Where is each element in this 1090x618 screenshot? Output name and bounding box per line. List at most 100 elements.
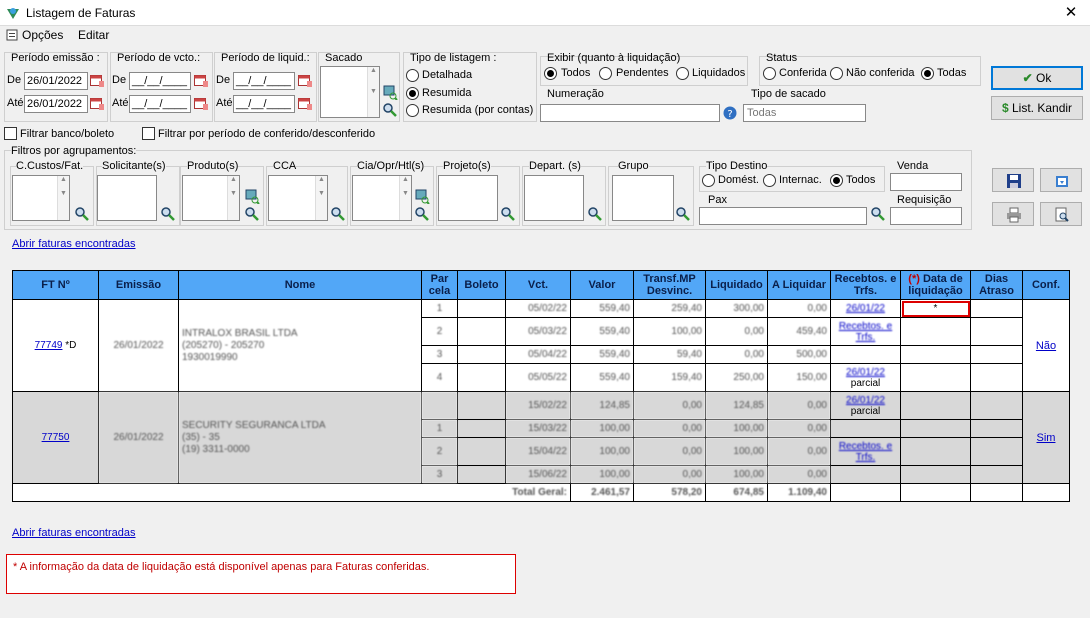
tipo-sacado-input[interactable]: Todas	[743, 104, 866, 122]
list-kandir-button[interactable]: $ List. Kandir	[991, 96, 1083, 120]
vcto-de-input[interactable]: __/__/____	[129, 72, 191, 90]
abrir-faturas-link-bottom[interactable]: Abrir faturas encontradas	[12, 527, 136, 539]
scrollbar[interactable]: ▲ ▼	[227, 176, 239, 220]
search-user-icon[interactable]	[414, 188, 430, 204]
radio-liquidados[interactable]	[676, 67, 689, 80]
numeracao-input[interactable]	[540, 104, 720, 122]
conf-link[interactable]: Não	[1036, 340, 1056, 352]
calendar-icon[interactable]	[90, 97, 104, 110]
radio-todas[interactable]	[921, 67, 934, 80]
magnifier-icon[interactable]	[382, 102, 398, 118]
radio-detalhada[interactable]	[406, 69, 419, 82]
resumida-label: Resumida	[422, 87, 472, 99]
produto-list[interactable]: ▲ ▼	[182, 175, 240, 221]
header-nome[interactable]: Nome	[178, 270, 422, 300]
calendar-icon[interactable]	[298, 97, 312, 110]
liquid-ate-input[interactable]: __/__/____	[233, 95, 295, 113]
save-button[interactable]	[992, 168, 1034, 192]
radio-todos[interactable]	[544, 67, 557, 80]
close-button[interactable]: ✕	[1056, 2, 1086, 24]
cca-list[interactable]: ▲ ▼	[268, 175, 328, 221]
valor-cell: 100,00	[570, 465, 634, 484]
header-conf[interactable]: Conf.	[1022, 270, 1070, 300]
filtrar-banco-checkbox[interactable]	[4, 127, 17, 140]
ft-link[interactable]: 77750	[42, 432, 70, 443]
filtrar-conferido-checkbox[interactable]	[142, 127, 155, 140]
magnifier-icon[interactable]	[587, 206, 603, 222]
header-dias-atraso[interactable]: Dias Atraso	[970, 270, 1023, 300]
liquidado-cell: 100,00	[705, 465, 768, 484]
projeto-list[interactable]	[438, 175, 498, 221]
radio-nao-conferida[interactable]	[830, 67, 843, 80]
header-vct[interactable]: Vct.	[505, 270, 571, 300]
search-user-icon[interactable]	[244, 188, 260, 204]
header-boleto[interactable]: Boleto	[457, 270, 506, 300]
requisicao-input[interactable]	[890, 207, 962, 225]
calendar-icon[interactable]	[194, 74, 208, 87]
grupo-list[interactable]	[612, 175, 674, 221]
recebtos-link[interactable]: 26/01/22	[834, 303, 897, 314]
recebtos-link[interactable]: Recebtos. e Trfs.	[834, 441, 897, 463]
calendar-icon[interactable]	[298, 74, 312, 87]
conf-link[interactable]: Sim	[1037, 432, 1056, 444]
export-button[interactable]	[1040, 168, 1082, 192]
menu-opcoes[interactable]: Opções	[22, 28, 63, 42]
depart-list[interactable]	[524, 175, 584, 221]
ok-button[interactable]: ✔ Ok	[991, 66, 1083, 90]
preview-button[interactable]	[1040, 202, 1082, 226]
header-ft[interactable]: FT Nº	[12, 270, 99, 300]
radio-resumida-contas[interactable]	[406, 104, 419, 117]
magnifier-icon[interactable]	[244, 206, 260, 222]
recebtos-link[interactable]: 26/01/22	[834, 395, 897, 406]
abrir-faturas-link-top[interactable]: Abrir faturas encontradas	[12, 238, 136, 250]
magnifier-icon[interactable]	[330, 206, 346, 222]
magnifier-icon[interactable]	[500, 206, 516, 222]
cia-list[interactable]: ▲ ▼	[352, 175, 412, 221]
magnifier-icon[interactable]	[414, 206, 430, 222]
radio-resumida[interactable]	[406, 87, 419, 100]
header-liquidado[interactable]: Liquidado	[705, 270, 768, 300]
periodo-liquid-label: Período de liquid.:	[221, 52, 310, 64]
scrollbar[interactable]: ▲ ▼	[57, 176, 69, 220]
menu-editar[interactable]: Editar	[78, 28, 109, 42]
liquid-de-input[interactable]: __/__/____	[233, 72, 295, 90]
calendar-icon[interactable]	[90, 74, 104, 87]
help-icon[interactable]: ?	[723, 106, 737, 120]
ccustos-list[interactable]: ▲ ▼	[12, 175, 70, 221]
scrollbar[interactable]: ▲ ▼	[315, 176, 327, 220]
scrollbar[interactable]: ▲ ▼	[399, 176, 411, 220]
search-user-icon[interactable]	[382, 84, 398, 100]
print-button[interactable]	[992, 202, 1034, 226]
magnifier-icon[interactable]	[74, 206, 90, 222]
emissao-ate-input[interactable]: 26/01/2022	[24, 95, 88, 113]
radio-todos-destino[interactable]	[830, 174, 843, 187]
sacado-list[interactable]: ▲ ▼	[320, 66, 380, 118]
calendar-icon[interactable]	[194, 97, 208, 110]
header-data-liquidacao[interactable]: (*) Data de liquidação	[900, 270, 971, 300]
magnifier-icon[interactable]	[160, 206, 176, 222]
radio-conferida[interactable]	[763, 67, 776, 80]
vcto-ate-input[interactable]: __/__/____	[129, 95, 191, 113]
header-parcela[interactable]: Par cela	[421, 270, 458, 300]
scrollbar[interactable]: ▲ ▼	[367, 67, 379, 117]
emissao-de-input[interactable]: 26/01/2022	[24, 72, 88, 90]
venda-input[interactable]	[890, 173, 962, 191]
recebtos-link[interactable]: Recebtos. e Trfs.	[834, 321, 897, 343]
ft-link[interactable]: 77749	[35, 340, 63, 351]
header-recebtos[interactable]: Recebtos. e Trfs.	[830, 270, 901, 300]
solicitante-list[interactable]	[97, 175, 157, 221]
ft-suffix: *D	[65, 340, 77, 351]
recebtos-cell: 26/01/22 parcial	[830, 363, 901, 392]
recebtos-link[interactable]: 26/01/22	[834, 367, 897, 378]
pax-input[interactable]	[699, 207, 867, 225]
radio-internacional[interactable]	[763, 174, 776, 187]
header-valor[interactable]: Valor	[570, 270, 634, 300]
header-transf[interactable]: Transf.MP Desvinc.	[633, 270, 706, 300]
radio-domestico[interactable]	[702, 174, 715, 187]
header-a-liquidar[interactable]: A Liquidar	[767, 270, 831, 300]
radio-pendentes[interactable]	[599, 67, 612, 80]
magnifier-icon[interactable]	[870, 206, 886, 222]
header-emissao[interactable]: Emissão	[98, 270, 179, 300]
total-valor: 2.461,57	[570, 483, 634, 502]
magnifier-icon[interactable]	[675, 206, 691, 222]
